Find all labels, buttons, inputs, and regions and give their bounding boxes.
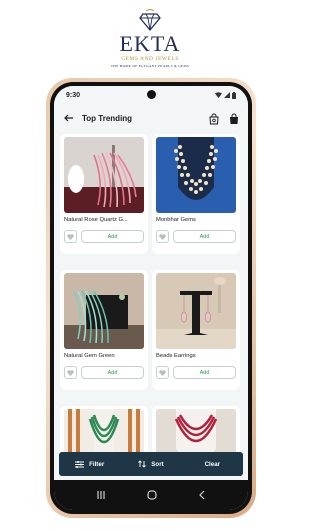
wishlist-button[interactable] xyxy=(64,230,77,243)
filter-icon xyxy=(75,460,85,468)
recent-apps-icon[interactable] xyxy=(96,491,106,499)
brand-header: EKTA GEMS AND JEWELS THE HOME OF ELEGANT… xyxy=(0,8,300,68)
back-icon[interactable] xyxy=(198,490,206,500)
add-to-cart-button[interactable]: Add xyxy=(173,366,236,379)
add-to-cart-button[interactable]: Add xyxy=(81,366,144,379)
battery-icon xyxy=(232,91,236,99)
sort-icon xyxy=(138,460,147,468)
phone-frame: 9:30 Top Trending Natural Rose Quartz G.… xyxy=(46,78,256,518)
signal-icon xyxy=(224,92,230,98)
arrow-left-icon[interactable] xyxy=(62,111,76,125)
shopping-bag-icon[interactable] xyxy=(228,112,240,124)
appbar-actions xyxy=(208,112,240,125)
clear-label: Clear xyxy=(204,460,221,468)
product-card[interactable]: Monbhar Gems Add xyxy=(152,134,240,254)
product-title[interactable]: Monbhar Gems xyxy=(156,217,236,223)
sort-button[interactable]: Sort xyxy=(120,460,181,468)
product-image[interactable] xyxy=(156,273,236,349)
android-nav-bar xyxy=(54,480,248,510)
product-image[interactable] xyxy=(156,137,236,213)
card-actions: Add xyxy=(156,230,236,243)
status-icons xyxy=(215,91,236,99)
brand-subtitle: GEMS AND JEWELS xyxy=(121,56,179,62)
card-actions: Add xyxy=(64,366,144,379)
phone-bezel: 9:30 Top Trending Natural Rose Quartz G.… xyxy=(50,82,252,514)
wishlist-button[interactable] xyxy=(156,230,169,243)
shopping-bag-outline-icon[interactable] xyxy=(208,112,220,125)
home-icon[interactable] xyxy=(147,490,157,500)
product-image[interactable] xyxy=(64,137,144,213)
filter-button[interactable]: Filter xyxy=(59,460,120,468)
product-image[interactable] xyxy=(64,273,144,349)
brand-name: EKTA xyxy=(119,31,181,56)
heart-icon xyxy=(67,233,74,240)
heart-icon xyxy=(159,233,166,240)
product-title[interactable]: Natural Gem Green xyxy=(64,353,144,359)
app-screen: 9:30 Top Trending Natural Rose Quartz G.… xyxy=(54,86,248,510)
card-actions: Add xyxy=(156,366,236,379)
wifi-icon xyxy=(215,92,222,98)
add-to-cart-button[interactable]: Add xyxy=(81,230,144,243)
wishlist-button[interactable] xyxy=(64,366,77,379)
product-card[interactable]: Natural Rose Quartz G... Add xyxy=(60,134,148,254)
page: EKTA GEMS AND JEWELS THE HOME OF ELEGANT… xyxy=(0,0,300,531)
product-title[interactable]: Beads Earrings xyxy=(156,353,236,359)
page-title: Top Trending xyxy=(82,113,133,123)
filter-label: Filter xyxy=(89,460,105,468)
front-camera xyxy=(146,90,156,99)
card-actions: Add xyxy=(64,230,144,243)
heart-icon xyxy=(159,369,166,376)
status-time: 9:30 xyxy=(66,91,81,99)
product-title[interactable]: Natural Rose Quartz G... xyxy=(64,217,144,223)
sort-label: Sort xyxy=(151,460,164,468)
heart-icon xyxy=(67,369,74,376)
status-bar: 9:30 xyxy=(54,86,248,104)
clear-button[interactable]: Clear xyxy=(182,461,243,468)
add-to-cart-button[interactable]: Add xyxy=(173,230,236,243)
wishlist-button[interactable] xyxy=(156,366,169,379)
brand-tagline: THE HOME OF ELEGANT PEARLS & GEMS xyxy=(110,64,190,68)
app-bar: Top Trending xyxy=(54,106,248,130)
product-card[interactable]: Natural Gem Green Add xyxy=(60,270,148,390)
diamond-logo-icon xyxy=(139,9,161,32)
filter-sort-bar: Filter Sort Clear xyxy=(59,452,243,476)
product-card[interactable]: Beads Earrings Add xyxy=(152,270,240,390)
